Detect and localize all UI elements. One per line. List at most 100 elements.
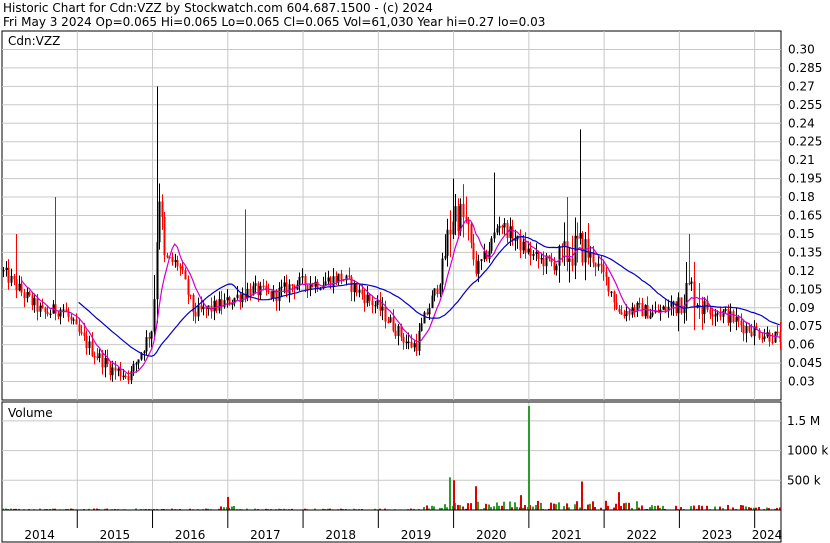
price-candle-body: [368, 294, 371, 301]
price-candle-body: [537, 252, 540, 259]
volume-bar: [496, 502, 498, 510]
volume-bar: [503, 501, 505, 510]
price-candle-body: [20, 283, 23, 293]
volume-panel: 1.5 M 1000 k 500 k Volume: [1, 401, 828, 511]
price-panel: 0.30 0.285 0.27 0.255 0.24 0.225 0.21 0.195 0.18…: [1, 30, 822, 401]
price-candle-body: [176, 260, 179, 267]
price-candle-body: [509, 226, 512, 238]
price-candle-body: [249, 288, 252, 296]
volume-bar: [462, 506, 464, 510]
price-candle-body: [254, 283, 257, 286]
price-candle-body: [729, 311, 732, 323]
price-candle-body: [197, 305, 200, 317]
price-candle-body: [101, 353, 104, 368]
price-candle-body: [59, 309, 62, 317]
price-candle-body: [540, 257, 543, 260]
price-candle-body: [353, 283, 356, 293]
price-candle-body: [449, 229, 452, 235]
price-tick-label: 0.165: [788, 209, 822, 223]
price-candle-body: [651, 312, 654, 316]
price-candle-body: [72, 319, 75, 321]
price-candle-body: [384, 306, 387, 322]
volume-bar: [493, 506, 495, 510]
price-tick-label: 0.075: [788, 319, 822, 333]
price-candle-body: [761, 338, 764, 340]
volume-bar: [654, 505, 656, 510]
price-candle-body: [70, 316, 73, 320]
price-candle-body: [394, 330, 397, 336]
price-candle-body: [636, 302, 639, 312]
price-candle-body: [397, 325, 400, 336]
price-candle-body: [109, 364, 112, 376]
price-candle-body: [236, 294, 239, 299]
price-candle-body: [423, 312, 426, 324]
price-candle-body: [387, 321, 390, 323]
volume-peak-bar: [453, 480, 455, 510]
price-candle-body: [33, 298, 36, 306]
price-candle-body: [143, 351, 146, 354]
volume-bar: [657, 505, 659, 510]
price-candle-body: [506, 223, 509, 238]
price-candle-body: [93, 356, 96, 358]
price-candle-body: [262, 285, 265, 288]
volume-bar: [488, 504, 490, 510]
volume-bar: [636, 501, 638, 510]
time-axis-label: 2018: [325, 528, 356, 542]
volume-bar: [589, 503, 591, 510]
price-candle-body: [610, 291, 613, 294]
volume-bar: [485, 503, 487, 510]
price-candle-body: [527, 248, 530, 253]
price-candle-body: [332, 276, 335, 287]
price-tick-label: 0.225: [788, 135, 822, 149]
price-tick-label: 0.15: [788, 227, 815, 241]
price-tick-label: 0.12: [788, 264, 815, 278]
price-candle-body: [85, 336, 88, 349]
volume-bar: [233, 505, 235, 510]
price-candle-body: [241, 293, 244, 302]
price-candle-body: [218, 299, 221, 311]
price-candle-body: [477, 261, 480, 274]
volume-bar: [576, 501, 578, 510]
volume-bar: [431, 505, 433, 510]
price-tick-label: 0.195: [788, 172, 822, 186]
price-candle-body: [200, 305, 203, 310]
price-candle-body: [457, 206, 460, 232]
price-candle-body: [319, 288, 322, 291]
price-candle-body: [104, 357, 107, 368]
price-candle-body: [306, 284, 309, 290]
price-candle-body: [28, 292, 31, 296]
price-candle-body: [23, 292, 26, 299]
price-candle-body: [135, 363, 138, 365]
volume-bar: [470, 503, 472, 510]
price-candle-body: [80, 331, 83, 334]
price-candle-body: [124, 375, 127, 378]
price-candle-body: [439, 284, 442, 295]
price-candle-body: [529, 248, 532, 256]
price-candle-body: [291, 284, 294, 286]
price-candle-body: [600, 263, 603, 266]
price-candle-body: [542, 257, 545, 267]
price-candle-body: [579, 233, 582, 239]
price-candle-body: [470, 224, 473, 243]
price-candle-body: [161, 201, 164, 217]
volume-tick-label: 500 k: [787, 473, 821, 487]
price-candle-body: [514, 239, 517, 242]
price-candle-body: [10, 275, 13, 283]
price-candle-body: [581, 233, 584, 263]
price-candle-body: [137, 359, 140, 364]
price-tick-label: 0.285: [788, 61, 822, 75]
price-candle-body: [433, 288, 436, 296]
volume-bar: [742, 505, 744, 510]
volume-bar: [605, 500, 607, 510]
price-candle-body: [132, 364, 135, 372]
volume-bar: [698, 505, 700, 510]
price-candle-body: [662, 306, 665, 310]
price-candle-body: [405, 341, 408, 344]
price-candle-body: [454, 206, 457, 222]
price-candle-body: [488, 250, 491, 260]
price-candle-body: [111, 367, 114, 376]
price-candle-body: [44, 307, 47, 313]
price-candle-body: [426, 312, 429, 315]
price-candle-body: [371, 300, 374, 306]
price-candle-body: [501, 225, 504, 228]
